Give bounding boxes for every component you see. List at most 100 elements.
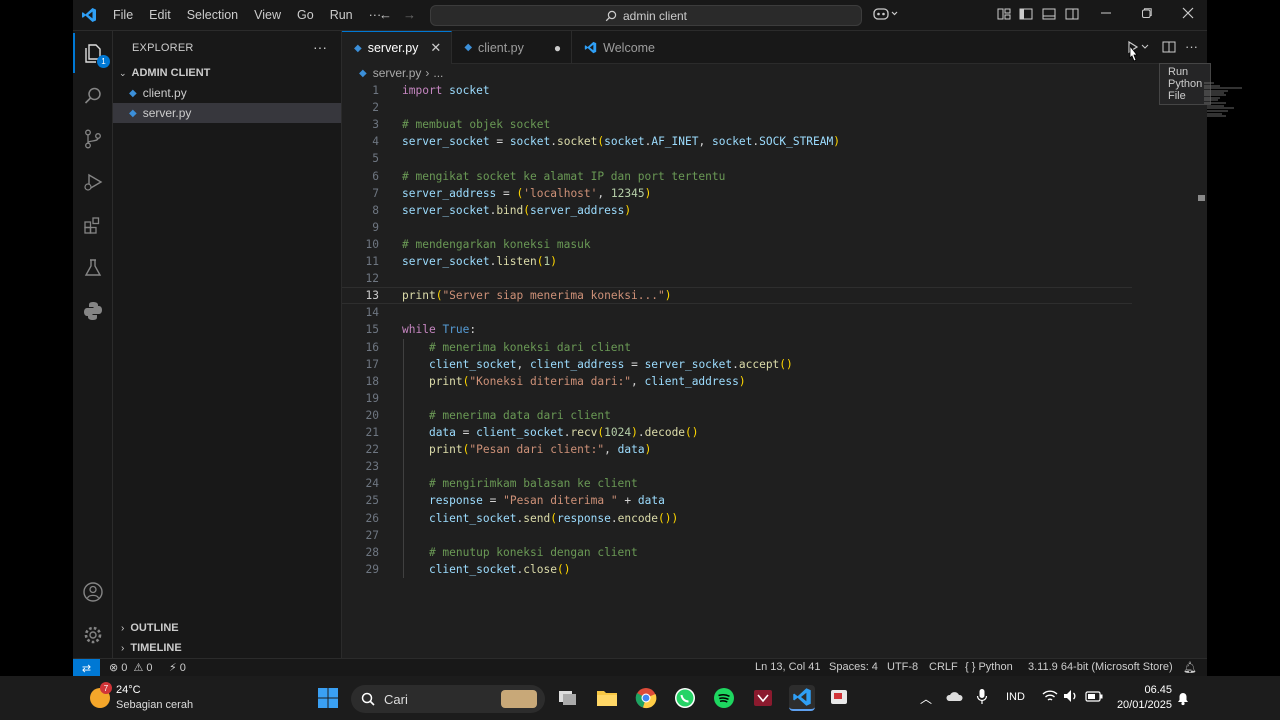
language-mode[interactable]: { } Python xyxy=(965,661,1013,673)
remote-indicator-icon[interactable]: ⇄ xyxy=(73,659,100,677)
split-editor-icon[interactable] xyxy=(1162,40,1176,57)
code-line[interactable]: 29 client_socket.close() xyxy=(342,561,1132,578)
notification-bell-icon[interactable] xyxy=(1176,690,1190,709)
code-line[interactable]: 24 # mengirimkam balasan ke client xyxy=(342,475,1132,492)
weather-widget[interactable]: 7 24°C Sebagian cerah xyxy=(88,682,198,714)
run-debug-icon[interactable] xyxy=(73,162,113,202)
code-line[interactable]: 20 # menerima data dari client xyxy=(342,407,1132,424)
search-view-icon[interactable] xyxy=(73,76,113,116)
file-explorer-icon[interactable] xyxy=(594,685,620,711)
indentation[interactable]: Spaces: 4 xyxy=(829,661,878,673)
code-line[interactable]: 3 # membuat objek socket xyxy=(342,116,1132,133)
accounts-icon[interactable] xyxy=(73,572,113,612)
chrome-icon[interactable] xyxy=(633,685,659,711)
code-line[interactable]: 27 xyxy=(342,527,1132,544)
python-icon[interactable] xyxy=(73,291,113,331)
outline-section[interactable]: › OUTLINE xyxy=(113,618,341,638)
code-line[interactable]: 11 server_socket.listen(1) xyxy=(342,253,1132,270)
wifi-icon[interactable] xyxy=(1042,689,1058,706)
code-line[interactable]: 8 server_socket.bind(server_address) xyxy=(342,202,1132,219)
problems-indicator[interactable]: ⊗ 0 ⚠ 0 xyxy=(109,661,153,674)
command-center-search[interactable]: admin client xyxy=(430,5,862,26)
encoding[interactable]: UTF-8 xyxy=(887,661,918,673)
code-line[interactable]: 4 server_socket = socket.socket(socket.AF… xyxy=(342,133,1132,150)
file-client-py[interactable]: ◆ client.py xyxy=(113,83,341,103)
explorer-more-icon[interactable]: ··· xyxy=(313,39,327,55)
minimize-icon[interactable] xyxy=(1100,7,1112,22)
snipping-tool-icon[interactable] xyxy=(826,685,852,711)
tab-client-py[interactable]: ◆ client.py ● xyxy=(452,31,573,64)
timeline-section[interactable]: › TIMELINE xyxy=(113,638,341,658)
menu-go[interactable]: Go xyxy=(289,8,322,22)
code-line[interactable]: 2 xyxy=(342,99,1132,116)
code-line[interactable]: 1 import socket xyxy=(342,82,1132,99)
code-line[interactable]: 5 xyxy=(342,150,1132,167)
extensions-icon[interactable] xyxy=(73,205,113,245)
manage-gear-icon[interactable] xyxy=(73,615,113,655)
editor-more-icon[interactable]: ··· xyxy=(1185,39,1198,54)
notifications-bell-icon[interactable]: 🔔︎ xyxy=(1183,661,1197,674)
code-line[interactable]: 22 print("Pesan dari client:", data) xyxy=(342,441,1132,458)
code-line[interactable]: 18 print("Koneksi diterima dari:", clien… xyxy=(342,373,1132,390)
toggle-secondary-sidebar-icon[interactable] xyxy=(1065,7,1079,24)
customize-layout-icon[interactable] xyxy=(997,7,1011,24)
menu-view[interactable]: View xyxy=(246,8,289,22)
code-line[interactable]: 17 client_socket, client_address = serve… xyxy=(342,356,1132,373)
code-line[interactable]: 19 xyxy=(342,390,1132,407)
unsaved-dot-icon[interactable]: ● xyxy=(554,41,561,55)
menu-selection[interactable]: Selection xyxy=(179,8,246,22)
code-line[interactable]: 23 xyxy=(342,458,1132,475)
ports-indicator[interactable]: ⚡ 0 xyxy=(169,661,186,674)
battery-icon[interactable] xyxy=(1085,691,1103,705)
input-language[interactable]: IND xyxy=(1006,691,1025,703)
menu-edit[interactable]: Edit xyxy=(141,8,179,22)
code-line[interactable]: 12 xyxy=(342,270,1132,287)
show-hidden-icons-chevron-icon[interactable]: ︿ xyxy=(920,690,932,707)
code-line[interactable]: 9 xyxy=(342,219,1132,236)
onedrive-cloud-icon[interactable] xyxy=(945,689,963,706)
testing-flask-icon[interactable] xyxy=(73,248,113,288)
code-line[interactable]: 13 print("Server siap menerima koneksi...… xyxy=(342,287,1132,305)
vscode-taskbar-icon[interactable] xyxy=(789,685,815,711)
tab-server-py[interactable]: ◆ server.py ✕ xyxy=(342,31,453,64)
forward-arrow-icon[interactable]: → xyxy=(403,7,416,22)
task-view-icon[interactable] xyxy=(555,685,581,711)
explorer-icon[interactable]: 1 xyxy=(73,33,113,73)
taskbar-search[interactable]: Cari xyxy=(351,685,545,713)
code-line[interactable]: 14 xyxy=(342,304,1132,321)
toggle-panel-icon[interactable] xyxy=(1042,7,1056,24)
volume-icon[interactable] xyxy=(1063,689,1079,706)
code-editor[interactable]: 1 import socket 2 3 # membuat objek socket 4 s… xyxy=(342,82,1207,642)
back-arrow-icon[interactable]: ← xyxy=(379,7,392,22)
code-line[interactable]: 10 # mendengarkan koneksi masuk xyxy=(342,236,1132,253)
spotify-icon[interactable] xyxy=(711,685,737,711)
code-line[interactable]: 7 server_address = ('localhost', 12345) xyxy=(342,185,1132,202)
toggle-primary-sidebar-icon[interactable] xyxy=(1019,7,1033,24)
code-line[interactable]: 16 # menerima koneksi dari client xyxy=(342,339,1132,356)
microphone-icon[interactable] xyxy=(976,688,988,709)
code-line[interactable]: 28 # menutup koneksi dengan client xyxy=(342,544,1132,561)
tab-welcome[interactable]: Welcome xyxy=(572,31,665,64)
code-line[interactable]: 26 client_socket.send(response.encode()) xyxy=(342,510,1132,527)
breadcrumb-rest[interactable]: ... xyxy=(433,66,443,80)
copilot-icon[interactable] xyxy=(873,6,899,25)
whatsapp-icon[interactable] xyxy=(672,685,698,711)
windows-start-icon[interactable] xyxy=(315,685,341,711)
breadcrumb-file[interactable]: server.py xyxy=(373,66,422,80)
app-red-icon[interactable] xyxy=(750,685,776,711)
clock[interactable]: 06.45 20/01/2025 xyxy=(1110,683,1172,713)
folder-admin-client[interactable]: ⌄ ADMIN CLIENT xyxy=(113,63,341,83)
code-line[interactable]: 21 data = client_socket.recv(1024).decod… xyxy=(342,424,1132,441)
code-line[interactable]: 25 response = "Pesan diterima " + data xyxy=(342,492,1132,509)
close-tab-icon[interactable]: ✕ xyxy=(430,40,441,56)
close-window-icon[interactable] xyxy=(1182,7,1194,22)
cursor-position[interactable]: Ln 13, Col 41 xyxy=(755,661,820,673)
source-control-icon[interactable] xyxy=(73,119,113,159)
minimap[interactable] xyxy=(1204,82,1244,118)
file-server-py[interactable]: ◆ server.py xyxy=(113,103,341,123)
code-line[interactable]: 15 while True: xyxy=(342,321,1132,338)
line-ending[interactable]: CRLF xyxy=(929,661,958,673)
python-interpreter[interactable]: 3.11.9 64-bit (Microsoft Store) xyxy=(1028,661,1173,673)
menu-run[interactable]: Run xyxy=(322,8,361,22)
restore-icon[interactable] xyxy=(1141,7,1153,22)
